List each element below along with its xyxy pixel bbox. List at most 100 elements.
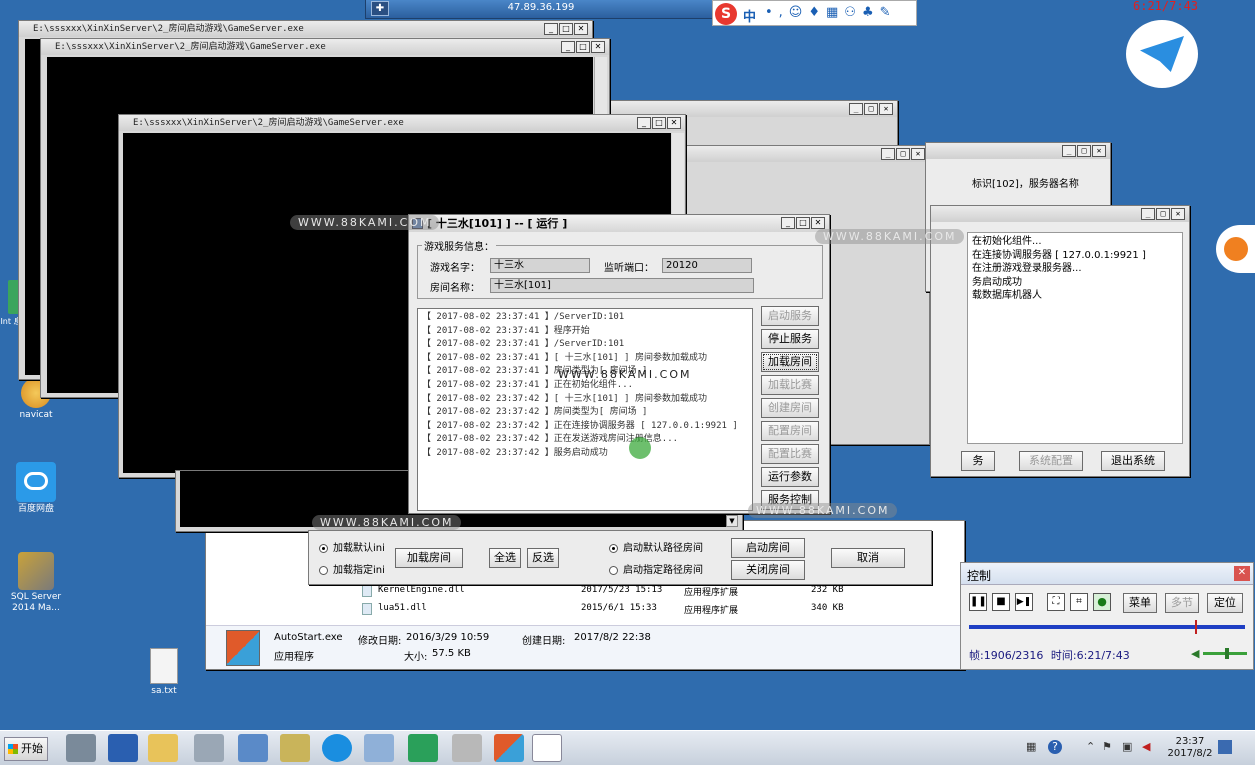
powershell-icon[interactable]: [108, 734, 138, 762]
recording-clock: 6:21/7:43: [1133, 0, 1199, 13]
dll-icon: [362, 603, 372, 615]
help-icon[interactable]: ?: [1048, 740, 1062, 754]
coordinator-service-button[interactable]: 务: [961, 451, 995, 471]
server-manager-icon[interactable]: [66, 734, 96, 762]
keyboard-icon[interactable]: ▦: [1026, 740, 1038, 754]
system-config-button[interactable]: 系统配置: [1019, 451, 1083, 471]
start-service-button[interactable]: 启动服务: [761, 306, 819, 326]
select-all-button[interactable]: 全选: [489, 548, 521, 568]
cancel-button[interactable]: 取消: [831, 548, 905, 568]
sync-icon[interactable]: [408, 734, 438, 762]
config-room-button[interactable]: 配置房间: [761, 421, 819, 441]
volume-thumb[interactable]: [1225, 648, 1229, 659]
load-match-button[interactable]: 加载比赛: [761, 375, 819, 395]
stop-service-button[interactable]: 停止服务: [761, 329, 819, 349]
network-icon[interactable]: [238, 734, 268, 762]
control-title-bar: 控制 ✕: [961, 563, 1253, 585]
fit-screen-icon[interactable]: ⛶: [1047, 593, 1065, 611]
close-room-button[interactable]: 关闭房间: [731, 560, 805, 580]
file-row[interactable]: lua51.dll 2015/6/1 15:33 应用程序扩展 340 KB: [356, 601, 956, 619]
ime-icons[interactable]: •,☺♦▦⚇♣✎: [765, 5, 897, 20]
radio-off-icon: [319, 565, 328, 575]
exit-system-button[interactable]: 退出系统: [1101, 451, 1165, 471]
desktop-icon-baidu[interactable]: 百度网盘: [8, 462, 64, 515]
default-path-radio[interactable]: 启动默认路径房间: [609, 539, 703, 554]
playback-progress-thumb[interactable]: [1195, 620, 1198, 634]
frame-readout: 帧:1906/2316 时间:6:21/7:43: [969, 649, 1130, 662]
file-explorer-icon[interactable]: [148, 734, 178, 762]
room-name-field[interactable]: 十三水[101]: [490, 278, 754, 293]
radio-on-icon: [609, 543, 618, 553]
tools-icon[interactable]: [194, 734, 224, 762]
computer-icon[interactable]: [280, 734, 310, 762]
room-loader-dialog: 加载默认ini 加载指定ini 加载房间 全选 反选 启动默认路径房间 启动指定…: [308, 530, 932, 585]
maximize-button[interactable]: □: [559, 23, 573, 35]
feiq-taskbar-icon[interactable]: [532, 734, 562, 762]
desktop-icon-sql-server[interactable]: SQL Server 2014 Ma...: [6, 552, 66, 614]
minimize-button[interactable]: _: [637, 117, 651, 129]
create-room-button[interactable]: 创建房间: [761, 398, 819, 418]
specified-ini-radio[interactable]: 加载指定ini: [319, 561, 385, 576]
chevron-down-icon[interactable]: ▼: [726, 515, 738, 527]
sogou-logo-icon[interactable]: S: [715, 3, 737, 25]
radio-off-icon: [609, 565, 618, 575]
multi-section-button[interactable]: 多节: [1165, 593, 1199, 613]
load-room-service-button[interactable]: 加载房间: [761, 352, 819, 372]
chevron-up-icon[interactable]: ⌃: [1086, 740, 1098, 754]
service-info-group: 游戏服务信息： 游戏名字： 十三水 监听端口： 20120 房间名称： 十三水[…: [417, 238, 823, 299]
default-ini-radio[interactable]: 加载默认ini: [319, 539, 385, 554]
file-row[interactable]: KernelEngine.dll 2017/5/23 15:13 应用程序扩展 …: [356, 583, 956, 601]
maximize-button[interactable]: □: [576, 41, 590, 53]
playback-progress-track[interactable]: [969, 625, 1245, 629]
flag-icon[interactable]: ⚑: [1102, 740, 1114, 754]
invert-selection-button[interactable]: 反选: [527, 548, 559, 568]
minimize-button[interactable]: _: [561, 41, 575, 53]
edge-app-icon[interactable]: [1216, 225, 1255, 273]
network-tray-icon[interactable]: ▣: [1122, 740, 1134, 754]
fullscreen-icon[interactable]: ⌗: [1070, 593, 1088, 611]
cursor-follow-icon[interactable]: ●: [1093, 593, 1111, 611]
minimize-button[interactable]: _: [781, 217, 795, 229]
game-name-field[interactable]: 十三水: [490, 258, 590, 273]
close-button[interactable]: ✕: [811, 217, 825, 229]
run-params-button[interactable]: 运行参数: [761, 467, 819, 487]
locate-button[interactable]: 定位: [1207, 593, 1243, 613]
specified-path-radio[interactable]: 启动指定路径房间: [609, 561, 703, 576]
remote-connection-bar: ✚ 47.89.36.199: [365, 0, 715, 19]
radio-on-icon: [319, 543, 328, 553]
show-desktop-icon[interactable]: [1218, 740, 1232, 754]
close-button[interactable]: ✕: [667, 117, 681, 129]
config-match-button[interactable]: 配置比赛: [761, 444, 819, 464]
taskbar-clock[interactable]: 23:37 2017/8/2: [1164, 736, 1216, 760]
watermark: WWW.88KAMI.COM: [312, 515, 462, 530]
tools-pen-icon[interactable]: [452, 734, 482, 762]
ime-toolbar: S 中 •,☺♦▦⚇♣✎: [712, 0, 917, 26]
dll-icon: [362, 585, 372, 597]
mfc-taskbar-icon[interactable]: [494, 734, 524, 762]
notepad-icon[interactable]: [364, 734, 394, 762]
minimize-button[interactable]: _: [544, 23, 558, 35]
menu-button[interactable]: 菜单: [1123, 593, 1157, 613]
feiq-bird-icon[interactable]: [1126, 20, 1198, 88]
step-forward-button[interactable]: ▶❚: [1015, 593, 1033, 611]
close-button[interactable]: ✕: [591, 41, 605, 53]
start-button[interactable]: 开始: [4, 737, 48, 761]
watermark: WWW.88KAMI.COM: [558, 368, 692, 381]
watermark: WWW.88KAMI.COM: [290, 215, 440, 230]
close-button[interactable]: ✕: [574, 23, 588, 35]
playback-control-panel: 控制 ✕ ❚❚ ■ ▶❚ ⛶ ⌗ ● 菜单 多节 定位 帧:1906/2316 …: [960, 562, 1254, 670]
maximize-button[interactable]: □: [652, 117, 666, 129]
port-field[interactable]: 20120: [662, 258, 752, 273]
close-icon[interactable]: ✕: [1234, 566, 1250, 581]
load-room-button[interactable]: 加载房间: [395, 548, 463, 568]
ie-icon[interactable]: [322, 734, 352, 762]
volume-muted-icon[interactable]: ◀: [1142, 740, 1154, 754]
maximize-button[interactable]: □: [796, 217, 810, 229]
desktop-icon-sa-txt[interactable]: sa.txt: [136, 648, 192, 697]
volume-icon[interactable]: ◀: [1191, 647, 1199, 660]
watermark: WWW.88KAMI.COM: [815, 229, 965, 244]
ime-mode[interactable]: 中: [743, 6, 756, 25]
stop-button[interactable]: ■: [992, 593, 1010, 611]
pause-button[interactable]: ❚❚: [969, 593, 987, 611]
start-room-button[interactable]: 启动房间: [731, 538, 805, 558]
